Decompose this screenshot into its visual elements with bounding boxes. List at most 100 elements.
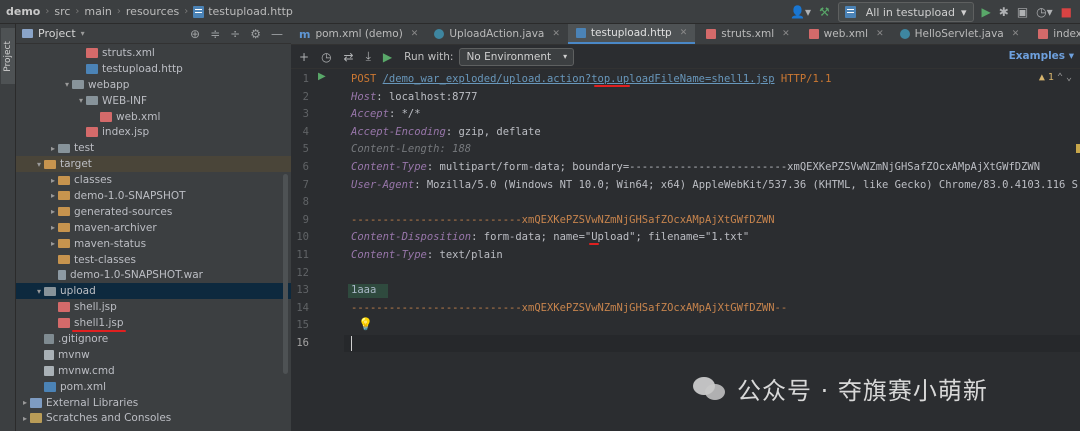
tree-item[interactable]: pom.xml (16, 379, 291, 395)
editor-tab[interactable]: testupload.http ✕ (567, 24, 696, 44)
code-token: Accept-Encoding (351, 125, 446, 138)
convert-icon[interactable]: ⇄ (344, 50, 354, 64)
close-icon[interactable]: ✕ (876, 29, 884, 39)
tree-item[interactable]: demo-1.0-SNAPSHOT.war (16, 267, 291, 283)
line-number: 2 (302, 90, 309, 103)
chevron-down-icon[interactable]: ▾ (34, 287, 44, 296)
tree-item[interactable]: ▾ upload (16, 283, 291, 300)
tree-item[interactable]: web.xml (16, 109, 291, 125)
line-number: 8 (302, 196, 309, 209)
chevron-down-icon[interactable]: ▾ (62, 80, 72, 89)
editor-tab[interactable]: UploadAction.java ✕ (426, 24, 568, 44)
breadcrumb-item[interactable]: demo (6, 5, 40, 18)
locate-icon[interactable]: ⊕ (190, 27, 200, 41)
tree-item[interactable]: ▸ test (16, 140, 291, 156)
breadcrumb-item[interactable]: testupload.http (193, 5, 293, 18)
minimize-icon[interactable]: — (271, 27, 283, 41)
chevron-right-icon[interactable]: ▸ (20, 414, 30, 423)
chevron-down-icon[interactable]: ▾ (34, 160, 44, 169)
examples-link[interactable]: Examples ▾ (1009, 50, 1074, 62)
editor-tab[interactable]: index.jsp✕ (1027, 24, 1080, 44)
main-toolbar: 👤▾ ⚒ All in testupload ▾ ▶ ✱ ▣ ◷▾ ■ (790, 0, 1080, 24)
tree-item[interactable]: ▾ WEB-INF (16, 93, 291, 109)
tree-item[interactable]: ▸ generated-sources (16, 204, 291, 220)
tree-item-label: target (60, 158, 92, 171)
run-config-select[interactable]: All in testupload ▾ (837, 2, 974, 22)
tree-item[interactable]: ▸ maven-status (16, 236, 291, 252)
editor-tab[interactable]: web.xml ✕ (798, 24, 892, 44)
lightbulb-icon[interactable]: 💡 (358, 317, 373, 331)
editor-tab[interactable]: m pom.xml (demo) ✕ (291, 24, 426, 44)
jsp-file-icon (58, 318, 70, 329)
gear-icon[interactable]: ⚙ (250, 27, 261, 41)
build-hammer-icon[interactable]: ⚒ (819, 5, 830, 19)
coverage-icon[interactable]: ▣ (1017, 5, 1028, 19)
breadcrumb-item[interactable]: main (84, 5, 111, 18)
close-icon[interactable]: ✕ (411, 29, 419, 39)
tree-item[interactable]: ▸ External Libraries (16, 395, 291, 411)
expand-all-icon[interactable]: ≑ (210, 27, 220, 41)
close-icon[interactable]: ✕ (782, 29, 790, 39)
collapse-all-icon[interactable]: ÷ (230, 27, 240, 41)
close-icon[interactable]: ✕ (1012, 29, 1020, 39)
tree-item[interactable]: shell.jsp (16, 299, 291, 315)
wechat-icon (693, 375, 729, 403)
code-line: ---------------------------xmQEXKePZSVwN… (351, 212, 775, 229)
environment-select[interactable]: No Environment ▾ (459, 47, 575, 66)
chevron-right-icon[interactable]: ▸ (48, 239, 58, 248)
tree-item[interactable]: ▸ demo-1.0-SNAPSHOT (16, 188, 291, 204)
chevron-right-icon[interactable]: ▸ (20, 398, 30, 407)
user-icon[interactable]: 👤▾ (790, 5, 811, 19)
tree-item[interactable]: .gitignore (16, 331, 291, 347)
run-request-icon[interactable]: ▶ (318, 71, 326, 82)
profile-icon[interactable]: ◷▾ (1036, 5, 1053, 19)
maven-file-icon (44, 381, 56, 392)
project-view-select[interactable]: Project ▾ (22, 27, 85, 40)
breadcrumb-item[interactable]: resources (126, 5, 179, 18)
editor-tab[interactable]: HelloServlet.java ✕ (892, 24, 1028, 44)
chevron-right-icon[interactable]: ▸ (48, 191, 58, 200)
chevron-down-icon: ▾ (960, 5, 967, 19)
history-icon[interactable]: ◷ (321, 50, 331, 64)
run-all-icon[interactable]: ▶ (383, 50, 392, 64)
http-file-icon (844, 6, 856, 18)
add-request-icon[interactable]: + (299, 50, 309, 64)
import-icon[interactable]: ⤓ (366, 49, 371, 64)
editor-tab[interactable]: struts.xml ✕ (695, 24, 797, 44)
tree-item[interactable]: ▾ target (16, 156, 291, 173)
tree-item[interactable]: test-classes (16, 252, 291, 268)
tree-item[interactable]: ▸ maven-archiver (16, 220, 291, 236)
project-tool-window-button[interactable]: Project (1, 28, 15, 84)
stop-icon[interactable]: ■ (1061, 5, 1072, 19)
close-icon[interactable]: ✕ (680, 28, 688, 38)
chevron-down-icon[interactable]: ▾ (76, 96, 86, 105)
project-scrollbar[interactable] (283, 174, 288, 374)
chevron-right-icon[interactable]: ▸ (48, 176, 58, 185)
line-number: 14 (296, 301, 309, 314)
tree-item[interactable]: mvnw (16, 347, 291, 363)
tree-item[interactable]: ▸ Scratches and Consoles (16, 410, 291, 426)
chevron-right-icon[interactable]: ▸ (48, 207, 58, 216)
inspection-widget[interactable]: ▲ 1 ⌃ ⌄ (1039, 72, 1072, 83)
tree-item[interactable]: mvnw.cmd (16, 363, 291, 379)
tree-item[interactable]: ▾ webapp (16, 77, 291, 93)
tree-item[interactable]: index.jsp (16, 124, 291, 140)
tree-item-label: test (74, 142, 95, 155)
tree-item-label: .gitignore (58, 332, 109, 345)
file-icon (44, 349, 54, 360)
chevron-right-icon[interactable]: ▸ (48, 223, 58, 232)
breadcrumb-item[interactable]: src (54, 5, 70, 18)
project-panel-header: Project ▾ ⊕ ≑ ÷ ⚙ — (16, 24, 291, 44)
debug-icon[interactable]: ✱ (999, 5, 1009, 19)
tree-item-label: External Libraries (46, 396, 139, 409)
tree-item[interactable]: testupload.http (16, 61, 291, 77)
chevron-right-icon[interactable]: ▸ (48, 144, 58, 153)
tree-item[interactable]: shell1.jsp (16, 315, 291, 333)
breadcrumb-label: demo (6, 5, 41, 18)
tree-item[interactable]: struts.xml (16, 45, 291, 61)
orange-folder-icon (58, 255, 70, 265)
tree-item[interactable]: ▸ classes (16, 172, 291, 188)
run-icon[interactable]: ▶ (982, 5, 991, 19)
close-icon[interactable]: ✕ (552, 29, 560, 39)
code-line: Accept: */* (351, 106, 421, 123)
